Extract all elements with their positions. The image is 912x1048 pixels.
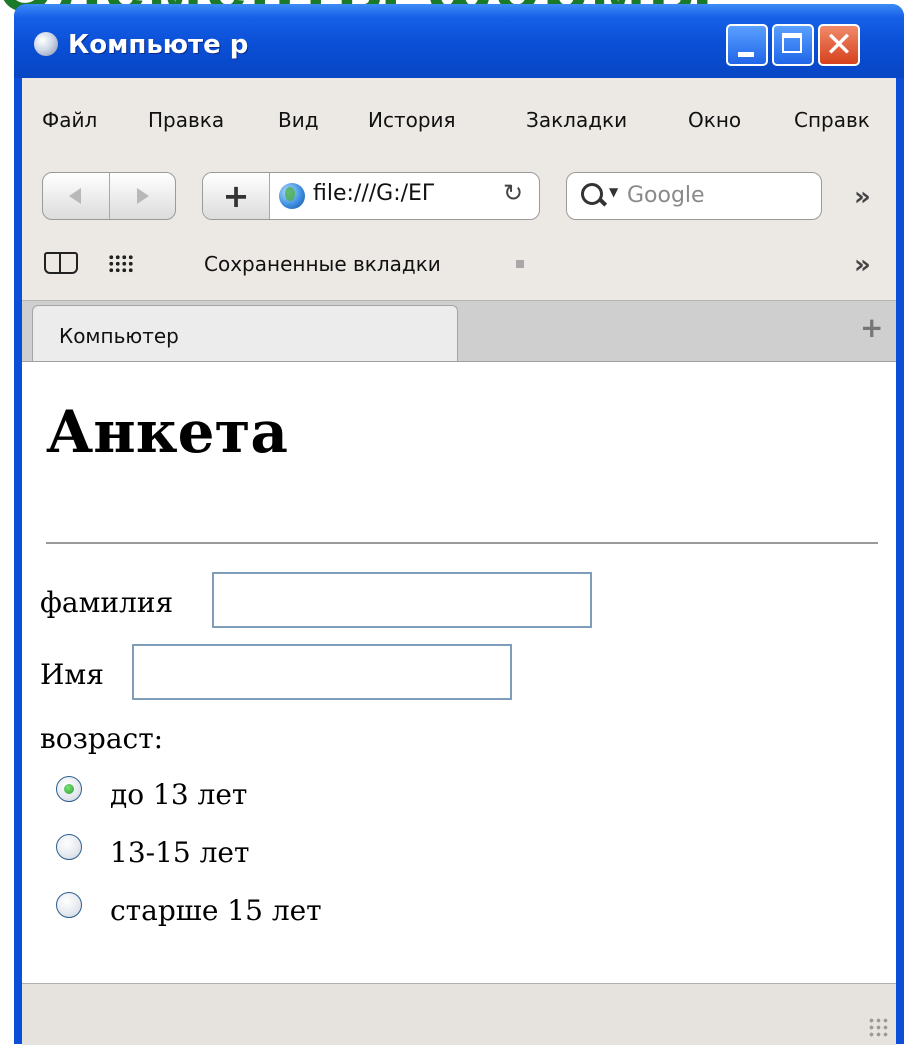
menu-edit[interactable]: Правка	[148, 108, 224, 132]
forward-arrow-icon	[137, 188, 149, 204]
back-forward-group	[42, 172, 176, 220]
age-option-13-15: 13-15 лет	[110, 836, 250, 869]
grid-icon[interactable]	[108, 254, 134, 274]
name-input[interactable]	[132, 644, 512, 700]
page-heading: Анкета	[46, 398, 288, 466]
reload-icon[interactable]: ↻	[503, 179, 523, 207]
tab-computer[interactable]: Компьютер	[32, 305, 458, 362]
search-field[interactable]: ▼ Google	[566, 172, 822, 220]
resize-grip-icon[interactable]	[868, 1017, 890, 1039]
age-option-over-15: старше 15 лет	[110, 894, 322, 927]
menu-window[interactable]: Окно	[688, 108, 741, 132]
bookmarks-bar: Сохраненные вкладки »	[22, 226, 896, 300]
menu-help[interactable]: Справк	[794, 108, 870, 132]
surname-input[interactable]	[212, 572, 592, 628]
back-button[interactable]	[43, 173, 110, 219]
saved-tabs-link[interactable]: Сохраненные вкладки	[204, 252, 441, 276]
minimize-button[interactable]	[726, 24, 768, 66]
address-bar[interactable]: + file:///G:/EГ ↻	[202, 172, 540, 220]
saved-tabs-menu-icon[interactable]	[516, 260, 524, 268]
menu-history[interactable]: История	[368, 108, 456, 132]
page-content: Анкета фамилия Имя возраст: до 13 лет 13…	[22, 361, 896, 984]
age-radio-13-15[interactable]	[56, 834, 82, 860]
bookmarks-overflow-icon[interactable]: »	[854, 250, 871, 280]
maximize-button[interactable]	[772, 24, 814, 66]
minimize-icon	[738, 52, 754, 57]
new-tab-button[interactable]: +	[860, 311, 883, 344]
menu-view[interactable]: Вид	[278, 108, 319, 132]
close-icon: ✕	[824, 25, 854, 65]
menu-file[interactable]: Файл	[42, 108, 97, 132]
maximize-icon	[782, 33, 802, 53]
tab-label: Компьютер	[59, 324, 179, 348]
menu-bookmarks[interactable]: Закладки	[526, 108, 627, 132]
app-icon	[34, 32, 58, 56]
age-label: возраст:	[40, 722, 164, 755]
search-icon[interactable]	[581, 183, 603, 205]
age-option-under-13: до 13 лет	[110, 778, 248, 811]
toolbar-overflow-icon[interactable]: »	[854, 182, 871, 212]
close-button[interactable]: ✕	[818, 24, 860, 66]
horizontal-rule	[46, 542, 878, 544]
tab-bar: Компьютер +	[22, 300, 896, 362]
age-radio-under-13[interactable]	[56, 776, 82, 802]
title-bar[interactable]: Компьюте р ✕	[14, 4, 904, 78]
add-bookmark-button[interactable]: +	[203, 173, 270, 219]
search-dropdown-icon[interactable]: ▼	[609, 185, 618, 199]
globe-icon	[279, 183, 305, 209]
address-url[interactable]: file:///G:/EГ	[313, 181, 435, 206]
back-arrow-icon	[69, 188, 81, 204]
menu-bar: Файл Правка Вид История Закладки Окно Сп…	[22, 78, 896, 152]
status-bar	[22, 983, 896, 1045]
forward-button[interactable]	[109, 173, 175, 219]
window-title: Компьюте р	[68, 30, 249, 60]
book-icon[interactable]	[44, 252, 78, 274]
search-placeholder: Google	[627, 183, 705, 208]
browser-window: Компьюте р ✕ Файл Правка Вид История Зак…	[14, 4, 904, 1045]
surname-label: фамилия	[40, 586, 174, 619]
age-radio-over-15[interactable]	[56, 892, 82, 918]
navigation-bar: + file:///G:/EГ ↻ ▼ Google »	[22, 152, 896, 226]
browser-chrome: Файл Правка Вид История Закладки Окно Сп…	[22, 78, 896, 362]
name-label: Имя	[40, 658, 104, 691]
